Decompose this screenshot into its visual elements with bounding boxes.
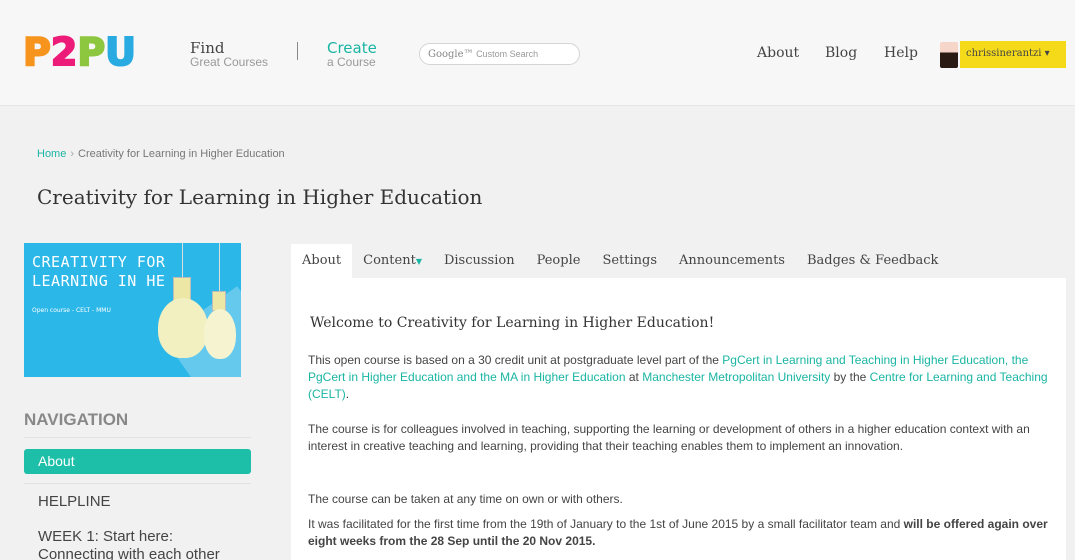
bulb-wire xyxy=(219,243,220,291)
nav-help-link[interactable]: Help xyxy=(884,45,918,61)
course-tabs: About Content▼ Discussion People Setting… xyxy=(291,244,949,278)
caret-down-icon: ▼ xyxy=(415,257,422,266)
sidebar-item-about[interactable]: About xyxy=(24,449,251,474)
text: at xyxy=(625,370,643,384)
divider xyxy=(24,437,251,438)
bulb-base xyxy=(212,291,226,311)
lightbulb-icon xyxy=(158,298,208,358)
content-panel: Welcome to Creativity for Learning in Hi… xyxy=(291,278,1066,560)
course-banner-image: CREATIVITY FOR LEARNING IN HE Open cours… xyxy=(24,243,241,377)
nav-about-link[interactable]: About xyxy=(757,45,799,61)
banner-title: CREATIVITY FOR LEARNING IN HE xyxy=(32,253,165,291)
text: . xyxy=(345,387,350,401)
breadcrumb-current: Creativity for Learning in Higher Educat… xyxy=(78,148,285,160)
find-title: Find xyxy=(190,39,225,57)
mmu-link[interactable]: Manchester Metropolitan University xyxy=(642,370,830,384)
p2pu-logo[interactable]: P 2 P U xyxy=(22,30,137,74)
find-courses-link[interactable]: Find Great Courses xyxy=(190,39,269,70)
lightbulb-icon xyxy=(204,309,236,359)
logo-letter: P xyxy=(22,30,52,74)
find-subtitle: Great Courses xyxy=(190,55,269,69)
banner-subtitle: Open course - CELT - MMU xyxy=(32,307,111,314)
user-menu-button[interactable]: chrissinerantzi ▾ xyxy=(960,41,1066,68)
breadcrumb-home-link[interactable]: Home xyxy=(37,148,66,160)
search-input[interactable]: Google™ Custom Search xyxy=(419,43,580,65)
tab-settings[interactable]: Settings xyxy=(591,244,668,278)
tab-discussion[interactable]: Discussion xyxy=(433,244,526,278)
tab-about[interactable]: About xyxy=(291,244,353,278)
google-brand: Google™ xyxy=(428,49,474,60)
create-subtitle: a Course xyxy=(327,55,376,69)
banner-line: LEARNING IN HE xyxy=(32,272,166,290)
dates-paragraph: It was facilitated for the first time fr… xyxy=(308,516,1053,550)
header-divider xyxy=(297,42,298,60)
timing-paragraph: The course can be taken at any time on o… xyxy=(308,492,623,506)
create-title: Create xyxy=(327,39,377,57)
logo-letter: 2 xyxy=(50,30,79,74)
sidebar-item-helpline[interactable]: HELPLINE xyxy=(38,493,111,511)
bulb-wire xyxy=(182,243,183,278)
intro-paragraph: This open course is based on a 30 credit… xyxy=(308,352,1053,403)
sidebar-item-week1[interactable]: WEEK 1: Start here: xyxy=(38,528,173,546)
tab-badges-feedback[interactable]: Badges & Feedback xyxy=(796,244,949,278)
site-header: P 2 P U Find Great Courses Create a Cour… xyxy=(0,0,1075,106)
avatar[interactable] xyxy=(940,42,958,68)
audience-paragraph: The course is for colleagues involved in… xyxy=(308,422,1030,453)
logo-letter: P xyxy=(76,30,106,74)
sidebar-item-week1-sub[interactable]: Connecting with each other xyxy=(38,546,220,560)
tab-announcements[interactable]: Announcements xyxy=(668,244,796,278)
page-title: Creativity for Learning in Higher Educat… xyxy=(37,185,483,209)
tab-content-label: Content xyxy=(363,253,416,268)
text: This open course is based on a 30 credit… xyxy=(308,353,723,367)
logo-letter: U xyxy=(104,30,137,74)
divider xyxy=(24,483,251,484)
tab-people[interactable]: People xyxy=(526,244,592,278)
tab-content[interactable]: Content▼ xyxy=(352,244,433,278)
banner-line: CREATIVITY FOR xyxy=(32,253,166,271)
create-course-link[interactable]: Create a Course xyxy=(327,39,377,70)
welcome-heading: Welcome to Creativity for Learning in Hi… xyxy=(310,315,715,331)
text: by the xyxy=(830,370,870,384)
navigation-heading: NAVIGATION xyxy=(24,410,129,429)
breadcrumb: Home › Creativity for Learning in Higher E… xyxy=(37,148,285,160)
search-placeholder: Custom Search xyxy=(476,49,539,59)
text: It was facilitated for the first time fr… xyxy=(308,517,904,531)
breadcrumb-separator: › xyxy=(70,148,75,160)
nav-blog-link[interactable]: Blog xyxy=(825,45,857,61)
